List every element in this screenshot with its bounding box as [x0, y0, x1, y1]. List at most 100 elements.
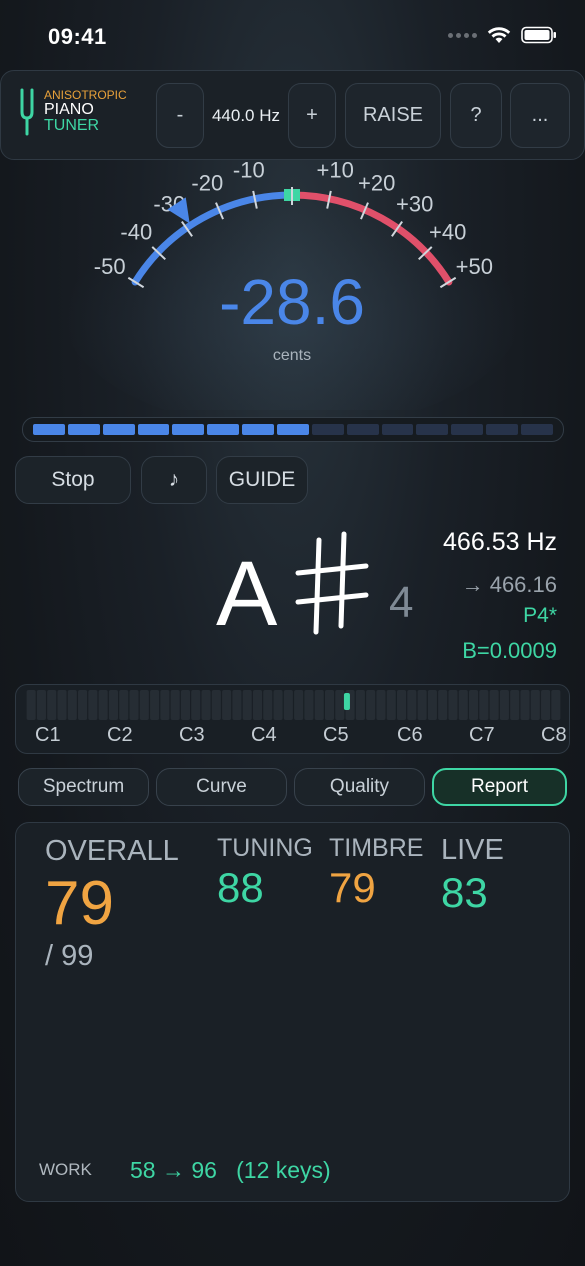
tab-spectrum[interactable]: Spectrum [18, 768, 149, 806]
white-key[interactable] [263, 690, 273, 720]
white-key[interactable] [26, 690, 36, 720]
white-key[interactable] [36, 690, 46, 720]
white-key[interactable] [222, 690, 232, 720]
white-key[interactable] [47, 690, 57, 720]
logo-line-3: TUNER [44, 117, 100, 135]
white-key[interactable] [530, 690, 540, 720]
level-segment [207, 424, 240, 435]
tab-quality[interactable]: Quality [294, 768, 425, 806]
octave-label: C8 [541, 724, 567, 746]
level-segment [137, 424, 170, 435]
octave-label: C6 [397, 724, 423, 746]
white-key[interactable] [252, 690, 263, 720]
play-note-button[interactable]: ♪ [141, 456, 207, 504]
white-key[interactable] [273, 690, 283, 720]
white-key[interactable] [119, 690, 129, 720]
tab-report[interactable]: Report [432, 768, 567, 806]
status-time: 09:41 [48, 24, 107, 49]
white-key[interactable] [427, 690, 437, 720]
detected-frequency: 466.53 Hz [443, 528, 557, 556]
white-key[interactable] [438, 690, 448, 720]
white-key[interactable] [510, 690, 520, 720]
gauge-tick-label: -40 [120, 220, 152, 245]
white-key[interactable] [489, 690, 499, 720]
white-key[interactable] [417, 690, 427, 720]
white-key[interactable] [78, 690, 88, 720]
level-segment [33, 424, 65, 435]
more-button[interactable]: ... [510, 83, 570, 148]
help-button[interactable]: ? [450, 83, 502, 148]
white-key[interactable] [355, 690, 365, 720]
level-segment [346, 424, 379, 435]
white-key[interactable] [108, 690, 118, 720]
white-key[interactable] [283, 690, 293, 720]
white-key[interactable] [88, 690, 98, 720]
sharp-icon [295, 531, 369, 635]
cents-unit: cents [273, 347, 311, 364]
white-key[interactable] [98, 690, 108, 720]
tuning-score: 88 [217, 864, 264, 911]
white-key[interactable] [139, 690, 149, 720]
note-letter: A [216, 543, 278, 645]
white-key[interactable] [479, 690, 489, 720]
white-key[interactable] [160, 690, 170, 720]
white-key[interactable] [232, 690, 242, 720]
white-key[interactable] [129, 690, 139, 720]
white-key[interactable] [469, 690, 479, 720]
overall-max: / 99 [45, 940, 94, 972]
white-key[interactable] [407, 690, 417, 720]
overall-label: OVERALL [45, 835, 179, 867]
level-segment [381, 424, 414, 435]
raise-button[interactable]: RAISE [345, 83, 441, 148]
gauge-tick-label: -20 [191, 170, 223, 195]
inharmonicity-value: B=0.0009 [462, 638, 557, 663]
guide-button[interactable]: GUIDE [216, 456, 308, 504]
white-key[interactable] [57, 690, 67, 720]
level-segment [521, 424, 553, 435]
pitch-decrease-button[interactable]: - [156, 83, 204, 148]
level-meter [22, 417, 564, 442]
white-key[interactable] [67, 690, 77, 720]
gauge-tick-label: +50 [456, 254, 493, 279]
gauge-tick-label: +40 [429, 220, 466, 245]
cents-reading: -28.6 [219, 266, 365, 338]
pitch-increase-button[interactable]: + [288, 83, 336, 148]
white-key[interactable] [180, 690, 191, 720]
white-key[interactable] [191, 690, 201, 720]
white-key[interactable] [541, 690, 551, 720]
white-key[interactable] [324, 690, 335, 720]
stop-button[interactable]: Stop [15, 456, 131, 504]
white-key[interactable] [386, 690, 396, 720]
white-key[interactable] [396, 690, 407, 720]
level-segment [102, 424, 135, 435]
white-key[interactable] [335, 690, 345, 720]
gauge-tick-label: +20 [358, 170, 395, 195]
octave-label: C7 [469, 724, 495, 746]
white-key[interactable] [520, 690, 530, 720]
logo-line-2: PIANO [44, 100, 94, 118]
white-key[interactable] [170, 690, 180, 720]
white-key[interactable] [211, 690, 221, 720]
level-segment [486, 424, 519, 435]
white-key[interactable] [376, 690, 386, 720]
octave-label: C2 [107, 724, 133, 746]
white-key[interactable] [366, 690, 376, 720]
keyboard-keys[interactable] [26, 690, 561, 720]
white-key[interactable] [448, 690, 458, 720]
gauge-tick-label: -10 [233, 160, 265, 182]
level-segment [311, 424, 344, 435]
white-key[interactable] [551, 690, 561, 720]
gauge-tick-label: +10 [317, 160, 354, 182]
white-key[interactable] [458, 690, 468, 720]
timbre-label: TIMBRE [329, 834, 424, 862]
white-key[interactable] [294, 690, 304, 720]
reference-pitch[interactable]: 440.0 Hz [206, 83, 286, 148]
tab-curve[interactable]: Curve [156, 768, 287, 806]
white-key[interactable] [201, 690, 211, 720]
white-key[interactable] [150, 690, 160, 720]
cents-gauge: -50-40-30-20-10 +10+20+30+40+50 -28.6 cen… [62, 160, 522, 410]
white-key[interactable] [242, 690, 252, 720]
white-key[interactable] [499, 690, 509, 720]
white-key[interactable] [314, 690, 324, 720]
white-key[interactable] [304, 690, 314, 720]
